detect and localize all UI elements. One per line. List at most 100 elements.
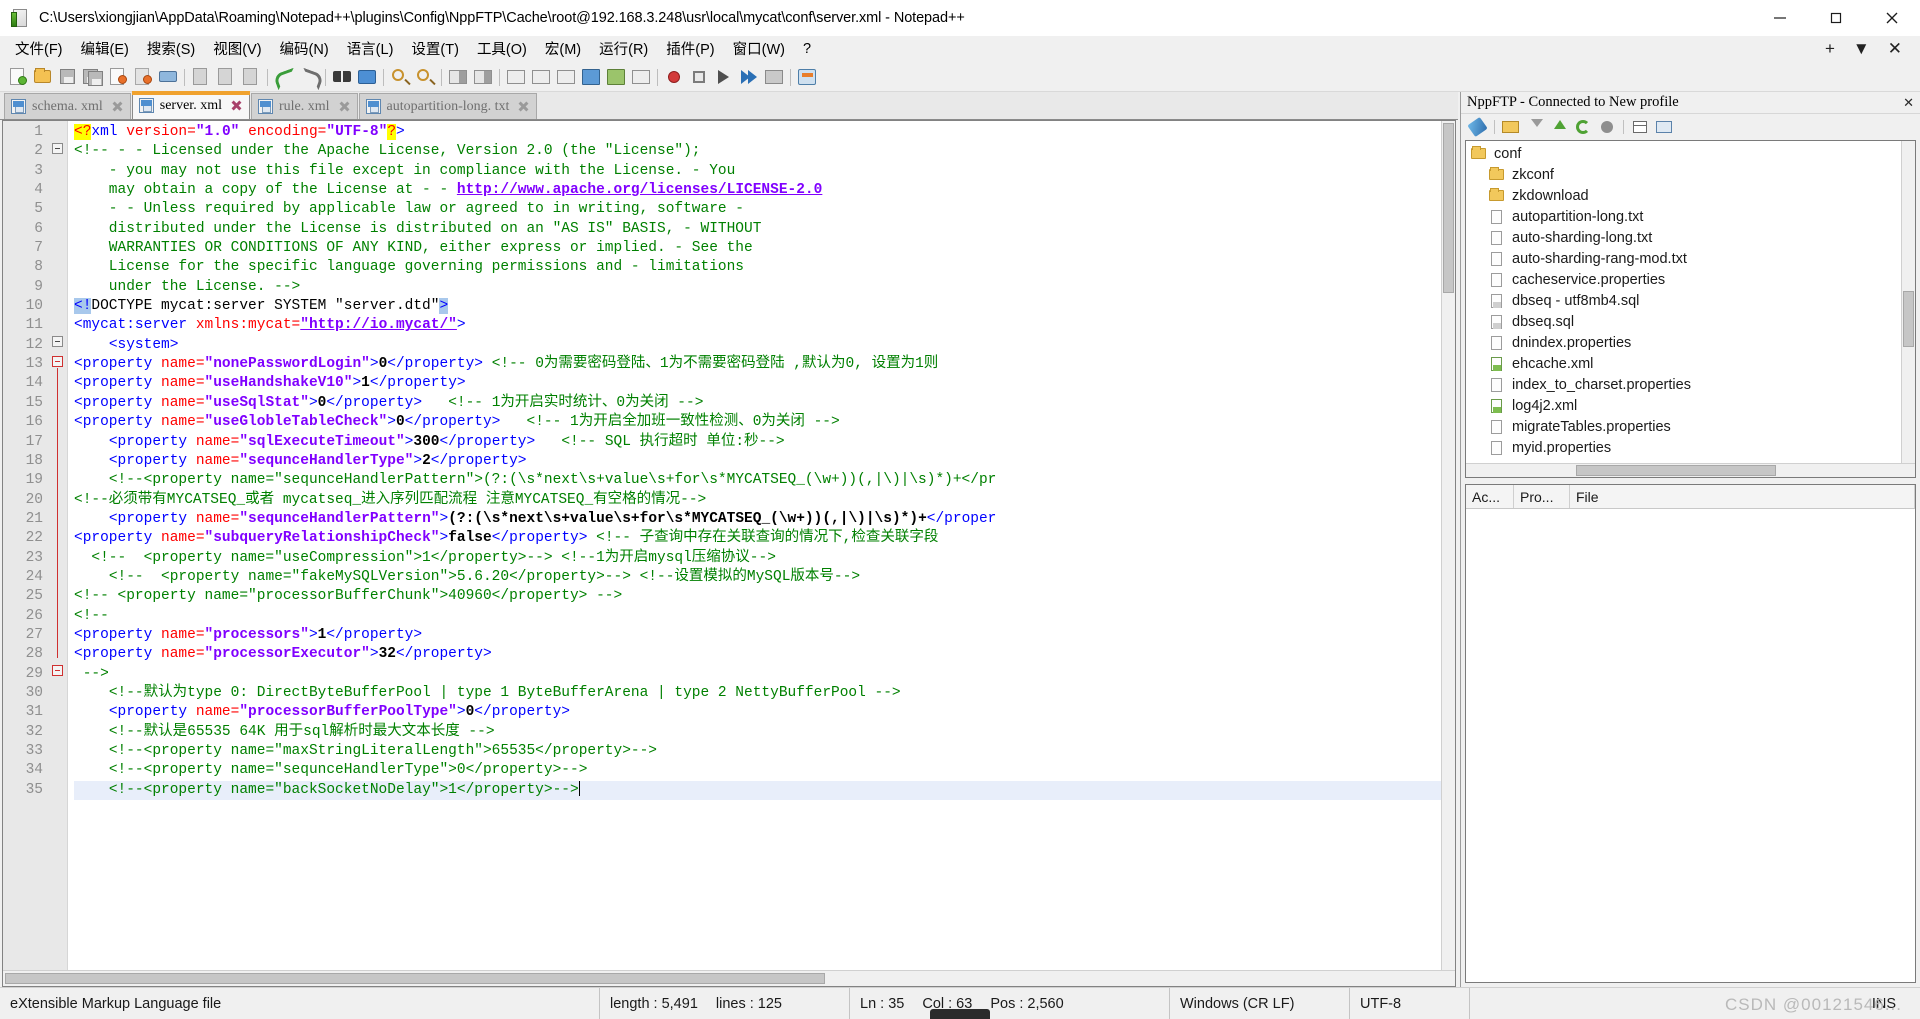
tab-server-xml[interactable]: server. xml (131, 91, 251, 119)
menu-plugins[interactable]: 插件(P) (657, 36, 723, 62)
tree-item-auto-sharding-long-txt[interactable]: auto-sharding-long.txt (1466, 227, 1915, 248)
code-line[interactable]: <?xml version="1.0" encoding="UTF-8"?> (74, 123, 1455, 142)
tree-item-autopartition-long-txt[interactable]: autopartition-long.txt (1466, 206, 1915, 227)
menu-settings[interactable]: 设置(T) (402, 36, 468, 62)
editor-vertical-scrollbar[interactable] (1441, 121, 1455, 970)
code-line[interactable]: distributed under the License is distrib… (74, 220, 1455, 239)
code-line[interactable]: <!--默认是65535 64K 用于sql解析时最大文本长度 --> (74, 723, 1455, 742)
tab-close-button[interactable]: ✕ (1880, 39, 1910, 59)
messages-icon[interactable] (1653, 116, 1675, 138)
queue-column-file[interactable]: File (1570, 485, 1915, 508)
code-line[interactable]: <!--默认为type 0: DirectByteBufferPool | ty… (74, 684, 1455, 703)
new-file-icon[interactable] (6, 64, 31, 90)
editor-body[interactable]: 1 2 3 4 5 6 7 8 9 10 11 12 13 14 15 16 17 18 19 20 21 22 23 24 2… (3, 121, 1455, 970)
code-line[interactable]: <!--<property name="sequnceHandlerType">… (74, 761, 1455, 780)
code-line[interactable]: <!-- (74, 607, 1455, 626)
queue-column-progress[interactable]: Pro... (1514, 485, 1570, 508)
sync-vertical-scroll-icon[interactable] (446, 64, 471, 90)
code-line[interactable]: <mycat:server xmlns:mycat="http://io.myc… (74, 316, 1455, 335)
redo-icon[interactable] (297, 64, 322, 90)
menu-search[interactable]: 搜索(S) (138, 36, 204, 62)
code-text-area[interactable]: <?xml version="1.0" encoding="UTF-8"?> <!… (72, 121, 1455, 970)
find-icon[interactable] (330, 64, 355, 90)
code-line[interactable]: under the License. --> (74, 278, 1455, 297)
code-line[interactable]: <property name="sequnceHandlerType">2</p… (74, 452, 1455, 471)
ftp-tree-horizontal-scrollbar[interactable] (1466, 463, 1915, 477)
tree-item-cacheservice-properties[interactable]: cacheservice.properties (1466, 269, 1915, 290)
tab-close-icon[interactable] (230, 99, 243, 112)
editor-horizontal-scroll-thumb[interactable] (5, 973, 825, 984)
show-nonprint-icon[interactable] (579, 64, 604, 90)
zoom-in-icon[interactable] (388, 64, 413, 90)
abort-icon[interactable] (1596, 116, 1618, 138)
menu-encoding[interactable]: 编码(N) (271, 36, 338, 62)
tree-item-ehcache-xml[interactable]: ehcache.xml (1466, 353, 1915, 374)
download-icon[interactable] (1524, 116, 1546, 138)
code-line[interactable]: <!--<property name="backSocketNoDelay">1… (74, 780, 1455, 801)
menu-help[interactable]: ? (794, 39, 820, 60)
open-file-icon[interactable] (31, 64, 56, 90)
close-all-icon[interactable] (131, 64, 156, 90)
nppftp-file-tree[interactable]: conf zkconf zkdownload autopartition-long.t… (1465, 140, 1916, 478)
tab-close-icon[interactable] (517, 100, 530, 113)
code-line[interactable]: <property name="processorBufferPoolType"… (74, 703, 1455, 722)
play-macro-icon[interactable] (712, 64, 737, 90)
undo-icon[interactable] (272, 64, 297, 90)
user-defined-dialog-icon[interactable] (604, 64, 629, 90)
code-line[interactable]: WARRANTIES OR CONDITIONS OF ANY KIND, ei… (74, 239, 1455, 258)
tree-item-dbseq-sql[interactable]: dbseq.sql (1466, 311, 1915, 332)
menu-window[interactable]: 窗口(W) (724, 36, 794, 62)
tree-item-dnindex-properties[interactable]: dnindex.properties (1466, 332, 1915, 353)
save-icon[interactable] (56, 64, 81, 90)
code-line[interactable]: <!-- <property name="useCompression">1</… (74, 549, 1455, 568)
code-line[interactable]: <!--<property name="maxStringLiteralLeng… (74, 742, 1455, 761)
indent-guide-icon[interactable] (554, 64, 579, 90)
upload-icon[interactable] (1548, 116, 1570, 138)
eye-icon[interactable] (629, 64, 654, 90)
queue-column-action[interactable]: Ac... (1466, 485, 1514, 508)
code-line[interactable]: <property name="sqlExecuteTimeout">300</… (74, 433, 1455, 452)
ftp-icon[interactable] (795, 64, 820, 90)
code-line[interactable]: <!-- <property name="fakeMySQLVersion">5… (74, 568, 1455, 587)
show-all-chars-icon[interactable] (529, 64, 554, 90)
code-line[interactable]: may obtain a copy of the License at - - … (74, 181, 1455, 200)
tab-autopartition-long-txt[interactable]: autopartition-long. txt (358, 93, 538, 119)
menu-language[interactable]: 语言(L) (338, 36, 403, 62)
tree-item-dbseq-utf8mb4-sql[interactable]: dbseq - utf8mb4.sql (1466, 290, 1915, 311)
tab-close-icon[interactable] (111, 100, 124, 113)
tab-add-button[interactable]: + (1817, 39, 1843, 59)
status-eol-format[interactable]: Windows (CR LF) (1170, 987, 1350, 1019)
code-line[interactable]: <property name="useSqlStat">0</property>… (74, 394, 1455, 413)
stop-record-icon[interactable] (687, 64, 712, 90)
code-line[interactable]: <!--<property name="sequnceHandlerPatter… (74, 471, 1455, 490)
menu-view[interactable]: 视图(V) (204, 36, 270, 62)
menu-macro[interactable]: 宏(M) (536, 36, 590, 62)
minimize-button[interactable] (1752, 0, 1808, 36)
tree-item-zkdownload[interactable]: zkdownload (1466, 185, 1915, 206)
nppftp-close-icon[interactable]: ✕ (1903, 95, 1914, 111)
code-line[interactable]: <property name="useHandshakeV10">1</prop… (74, 374, 1455, 393)
editor-vertical-scroll-thumb[interactable] (1443, 123, 1454, 293)
bookmark-icon[interactable] (762, 64, 787, 90)
tree-item-index-to-charset-properties[interactable]: index_to_charset.properties (1466, 374, 1915, 395)
tab-list-button[interactable]: ▼ (1845, 39, 1878, 59)
code-line[interactable]: <property name="subqueryRelationshipChec… (74, 529, 1455, 548)
tab-schema-xml[interactable]: schema. xml (4, 93, 131, 119)
close-file-icon[interactable] (106, 64, 131, 90)
tree-item-zkconf[interactable]: zkconf (1466, 164, 1915, 185)
status-encoding[interactable]: UTF-8 (1350, 987, 1470, 1019)
menu-edit[interactable]: 编辑(E) (72, 36, 138, 62)
menu-file[interactable]: 文件(F) (6, 36, 72, 62)
cut-icon[interactable] (189, 64, 214, 90)
zoom-out-icon[interactable] (413, 64, 438, 90)
code-line[interactable]: --> (74, 665, 1455, 684)
code-line[interactable]: <system> (74, 336, 1455, 355)
print-icon[interactable] (156, 64, 181, 90)
save-all-icon[interactable] (81, 64, 106, 90)
status-insert-mode[interactable]: INS (1470, 988, 1920, 1019)
code-line[interactable]: - you may not use this file except in co… (74, 162, 1455, 181)
tree-item-log4j2-xml[interactable]: log4j2.xml (1466, 395, 1915, 416)
replace-icon[interactable] (355, 64, 380, 90)
record-macro-icon[interactable] (662, 64, 687, 90)
code-line[interactable]: <!DOCTYPE mycat:server SYSTEM "server.dt… (74, 297, 1455, 316)
